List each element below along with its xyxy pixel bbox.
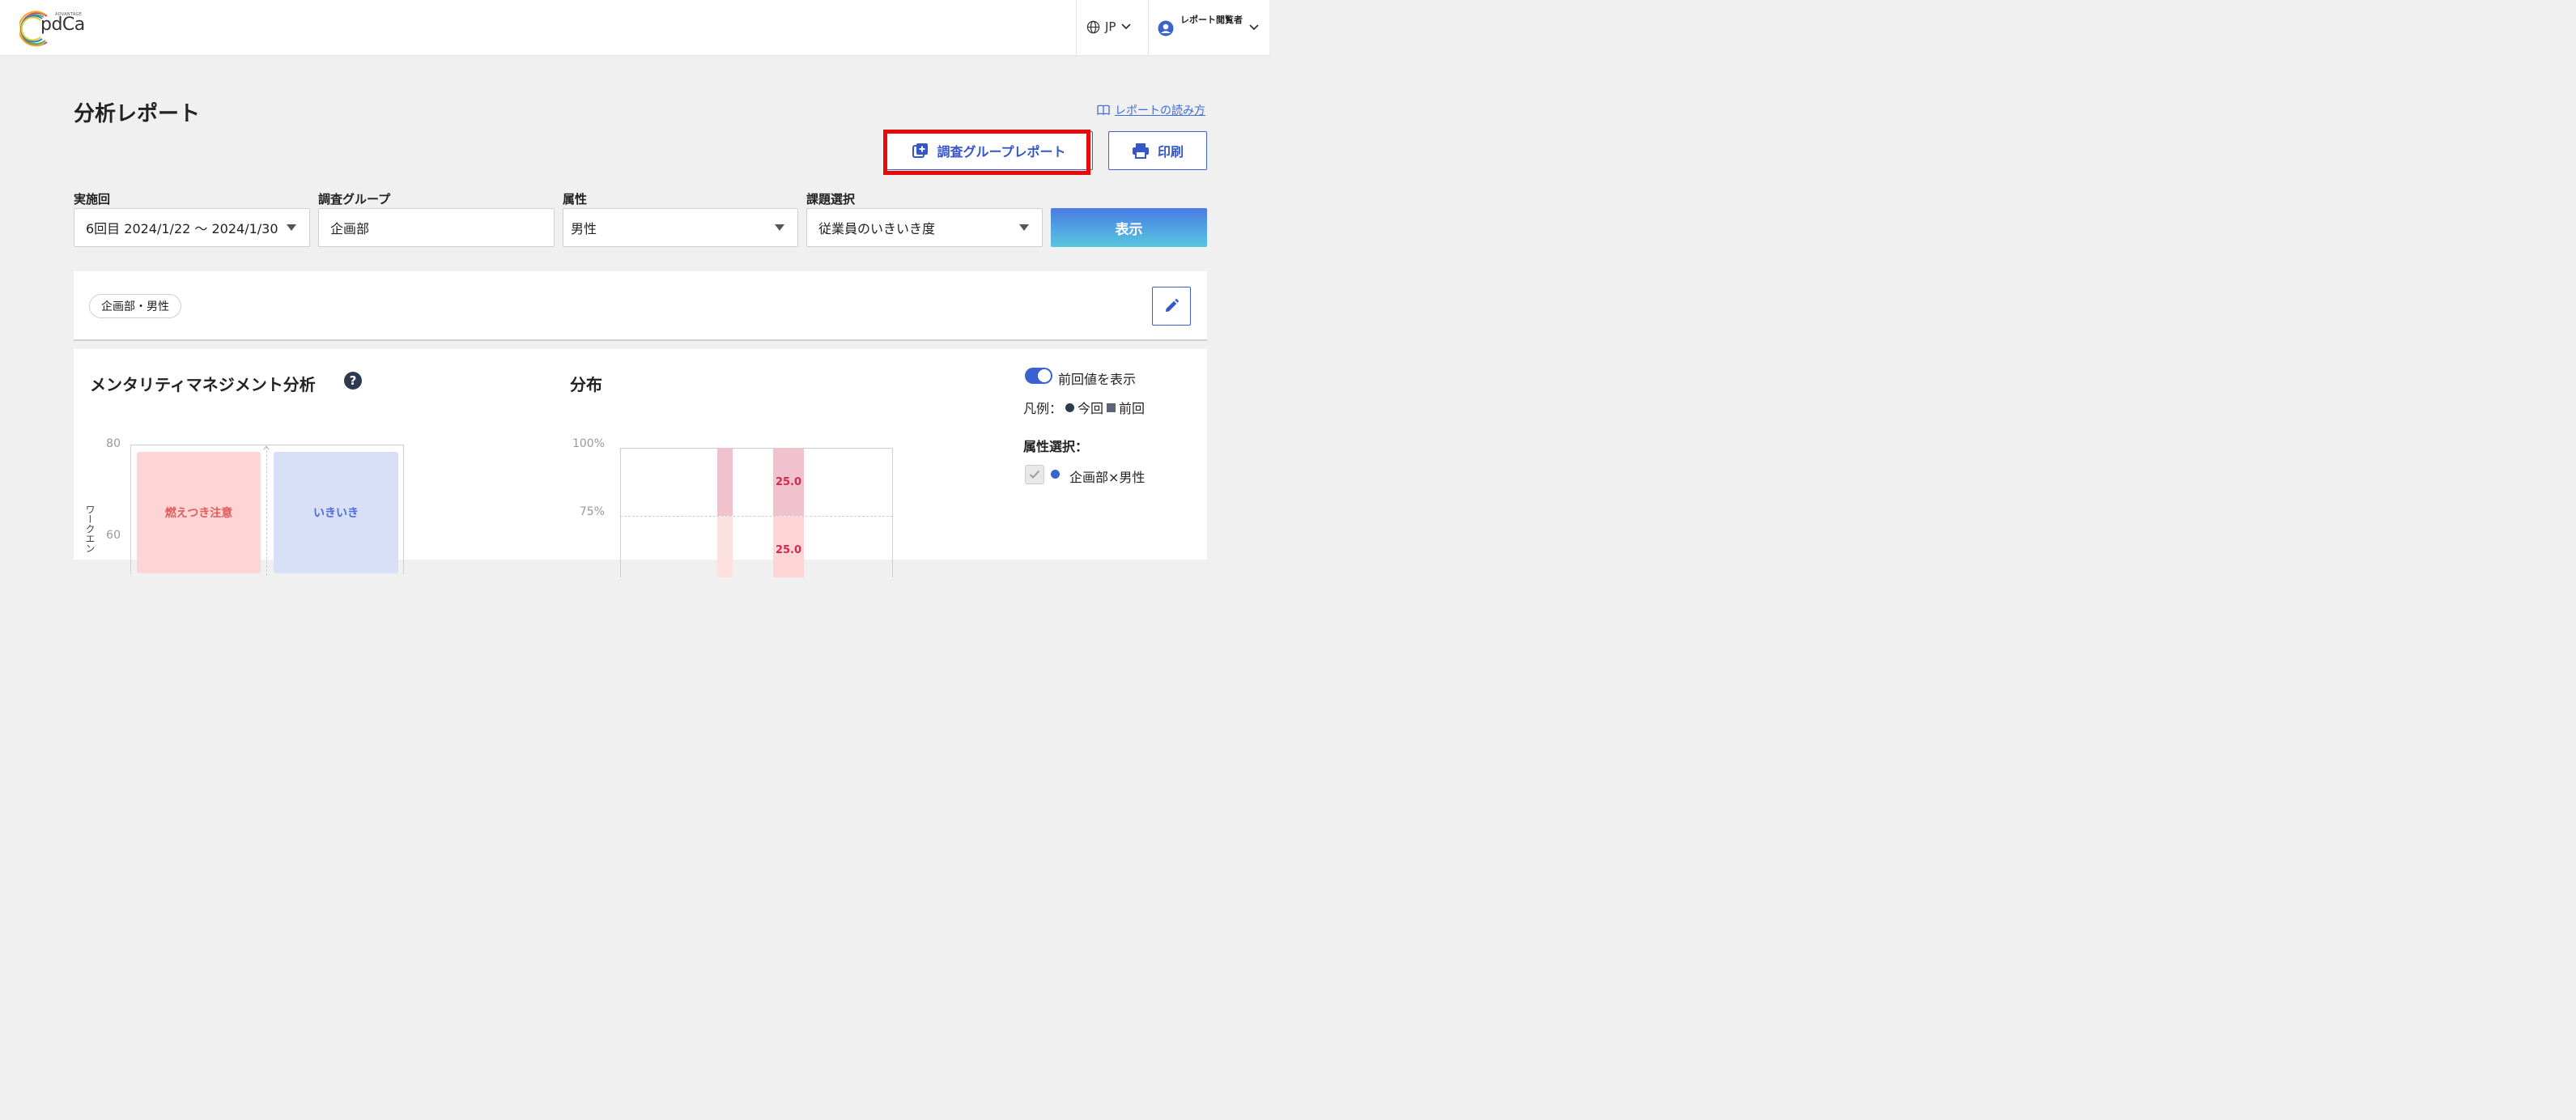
- attribute-select-title: 属性選択：: [1023, 439, 1089, 454]
- selection-chip[interactable]: 企画部・男性: [89, 294, 181, 318]
- quadrant-burnout: 燃えつき注意: [137, 452, 261, 573]
- attribute-checkbox[interactable]: [1025, 465, 1044, 484]
- toggle-knob: [1038, 369, 1051, 382]
- gridline: [620, 516, 893, 517]
- survey-group-label: 調査グループ: [318, 192, 391, 207]
- user-avatar-icon: [1158, 20, 1174, 36]
- previous-bar-segment: [717, 517, 733, 577]
- round-select[interactable]: 6回目 2024/1/22 〜 2024/1/30: [74, 208, 310, 247]
- mentality-title: メンタリティマネジメント分析: [90, 375, 316, 394]
- previous-bar-segment: [717, 448, 733, 516]
- language-label: JP: [1105, 19, 1116, 34]
- legend-previous-square: [1107, 402, 1116, 412]
- edit-button[interactable]: [1152, 287, 1191, 326]
- previous-value-label: 前回値を表示: [1058, 372, 1137, 387]
- legend-current-dot: [1065, 402, 1075, 412]
- book-icon: [1097, 104, 1110, 115]
- round-value: 6回目 2024/1/22 〜 2024/1/30: [86, 221, 278, 236]
- legend: 凡例： 今回 前回: [1023, 398, 1145, 417]
- survey-group-value: 企画部: [330, 221, 370, 236]
- group-report-label: 調査グループレポート: [937, 144, 1066, 160]
- report-guide-label: レポートの読み方: [1115, 104, 1205, 117]
- axis-arrow-icon: [263, 445, 270, 450]
- quadrant-lively: いきいき: [274, 452, 398, 573]
- legend-current-label: 今回: [1078, 401, 1104, 416]
- add-copy-icon: [912, 143, 929, 158]
- show-button[interactable]: 表示: [1051, 208, 1207, 247]
- y-axis-title: ワークエン: [84, 505, 96, 553]
- globe-icon: [1086, 20, 1100, 33]
- attribute-item-label: 企画部×男性: [1069, 470, 1146, 485]
- survey-group-field[interactable]: 企画部: [318, 208, 555, 247]
- y-tick-label: 100%: [572, 437, 605, 450]
- y-tick-label: 75%: [579, 505, 605, 518]
- printer-icon: [1132, 143, 1149, 159]
- chevron-down-icon: [1121, 23, 1132, 30]
- print-label: 印刷: [1157, 144, 1184, 160]
- check-icon: [1029, 470, 1040, 479]
- header-divider: [1076, 0, 1077, 55]
- user-menu[interactable]: レポート閲覧者: [1158, 13, 1259, 36]
- app-header: ADVANTAGE pdCa JP レポート閲覧者: [0, 0, 1269, 55]
- logo-text: pdCa: [40, 15, 85, 35]
- dropdown-caret-icon: [287, 224, 296, 231]
- chevron-down-icon: [1249, 24, 1259, 31]
- y-tick-label: 80: [106, 437, 121, 450]
- group-report-button[interactable]: 調査グループレポート: [886, 131, 1093, 170]
- analysis-panel: メンタリティマネジメント分析 ? 分布 80 60 ワークエン 燃えつき注意 い…: [74, 349, 1207, 577]
- help-icon[interactable]: ?: [344, 372, 362, 390]
- issue-value: 従業員のいきいき度: [818, 221, 936, 236]
- attribute-color-dot: [1051, 470, 1060, 479]
- issue-label: 課題選択: [806, 192, 856, 207]
- header-divider: [1148, 0, 1149, 55]
- issue-select[interactable]: 従業員のいきいき度: [806, 208, 1043, 247]
- attribute-value: 男性: [571, 221, 597, 236]
- distribution-chart-frame: [620, 448, 893, 577]
- dropdown-caret-icon: [775, 224, 784, 231]
- attribute-label: 属性: [563, 192, 588, 207]
- current-bar-segment: 25.0: [773, 517, 804, 577]
- y-tick-label: 60: [106, 529, 121, 542]
- print-button[interactable]: 印刷: [1108, 131, 1207, 170]
- selection-panel: 企画部・男性: [74, 271, 1207, 341]
- attribute-select[interactable]: 男性: [563, 208, 798, 247]
- language-selector[interactable]: JP: [1086, 19, 1132, 34]
- previous-value-toggle[interactable]: [1025, 368, 1052, 384]
- pencil-icon: [1166, 299, 1179, 312]
- dropdown-caret-icon: [1019, 224, 1029, 231]
- legend-prefix: 凡例：: [1023, 401, 1063, 416]
- current-bar-segment: 25.0: [773, 448, 804, 516]
- user-role: レポート閲覧者: [1180, 15, 1243, 25]
- distribution-title: 分布: [570, 375, 602, 394]
- round-label: 実施回: [74, 192, 111, 207]
- page-title: 分析レポート: [74, 102, 201, 126]
- report-guide-link[interactable]: レポートの読み方: [1097, 102, 1205, 118]
- legend-previous-label: 前回: [1119, 401, 1146, 416]
- axis-divider: [266, 446, 267, 576]
